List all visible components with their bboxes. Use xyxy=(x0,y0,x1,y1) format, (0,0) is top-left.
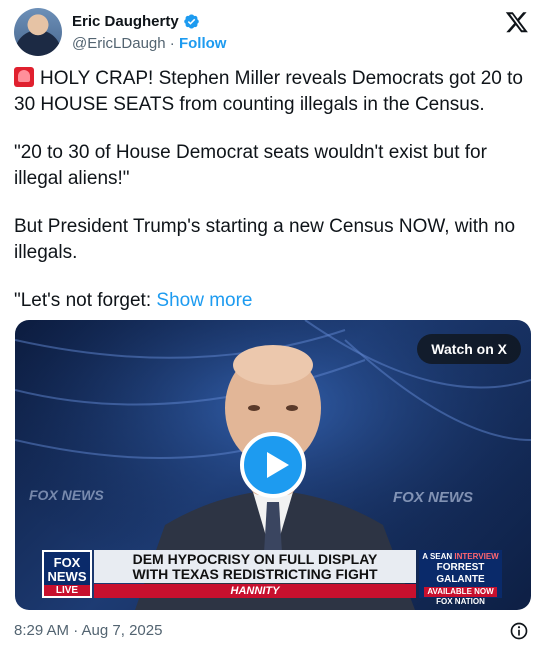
promo-line-3: AVAILABLE NOW xyxy=(424,587,497,597)
handle-row: @EricLDaugh · Follow xyxy=(72,35,226,52)
logo-news-text: NEWS xyxy=(47,569,87,584)
verified-badge-icon xyxy=(183,14,199,29)
tweet-paragraph-2: "20 to 30 of House Democrat seats wouldn… xyxy=(14,142,487,189)
promo-line-2: FORREST GALANTE xyxy=(436,562,485,585)
separator-dot: · xyxy=(169,35,175,52)
background-logo-right: FOX NEWS xyxy=(393,489,473,506)
tweet-footer: 8:29 AM · Aug 7, 2025 xyxy=(14,621,531,641)
tweet-paragraph-4: "Let's not forget: Show more xyxy=(14,288,531,314)
follow-button[interactable]: Follow xyxy=(179,35,227,52)
show-more-link[interactable]: Show more xyxy=(156,290,252,311)
tweet-paragraph-3: But President Trump's starting a new Cen… xyxy=(14,216,516,263)
news-chyron: FOX NEWS LIVE DEM HYPOCRISY ON FULL DISP… xyxy=(42,550,502,606)
tweet-header: Eric Daugherty @EricLDaugh · Follow xyxy=(14,8,531,58)
video-player[interactable]: FOX NEWS FOX NEWS Watch on X FOX NEWS LI… xyxy=(15,320,531,610)
x-logo-icon[interactable] xyxy=(505,10,529,34)
tweet-paragraph-1: HOLY CRAP! Stephen Miller reveals Democr… xyxy=(14,66,531,118)
promo-line-1: A SEAN INTERVIEW xyxy=(419,552,502,562)
live-badge: LIVE xyxy=(44,585,90,596)
headline-line-1: DEM HYPOCRISY ON FULL DISPLAY xyxy=(132,551,378,567)
promo-line-4: FOX NATION xyxy=(436,597,485,606)
play-icon[interactable] xyxy=(240,432,306,498)
promo-panel: A SEAN INTERVIEW FORREST GALANTE AVAILAB… xyxy=(419,550,502,606)
avatar[interactable] xyxy=(14,8,62,56)
promo-line-1-text: A SEAN xyxy=(422,552,453,561)
chyron-headline: DEM HYPOCRISY ON FULL DISPLAY WITH TEXAS… xyxy=(94,550,416,583)
info-icon[interactable] xyxy=(509,621,529,641)
author-handle[interactable]: @EricLDaugh xyxy=(72,35,166,52)
logo-fox-text: FOX xyxy=(53,555,81,570)
tweet-body: HOLY CRAP! Stephen Miller reveals Democr… xyxy=(14,66,531,314)
watch-on-x-button[interactable]: Watch on X xyxy=(417,334,521,364)
headline-line-2: WITH TEXAS REDISTRICTING FIGHT xyxy=(132,566,378,582)
promo-line-1-accent: INTERVIEW xyxy=(454,552,499,561)
author-name-row: Eric Daugherty xyxy=(72,13,200,30)
author-name[interactable]: Eric Daugherty xyxy=(72,13,179,30)
rotating-light-icon xyxy=(14,67,34,87)
show-name-bar: HANNITY xyxy=(94,584,416,598)
paragraph-1-text: HOLY CRAP! Stephen Miller reveals Democr… xyxy=(14,68,523,115)
paragraph-4-text: "Let's not forget: xyxy=(14,290,157,311)
background-logo-left: FOX NEWS xyxy=(29,487,104,503)
timestamp-link[interactable]: 8:29 AM · Aug 7, 2025 xyxy=(14,622,162,639)
fox-news-logo: FOX NEWS LIVE xyxy=(42,550,92,598)
